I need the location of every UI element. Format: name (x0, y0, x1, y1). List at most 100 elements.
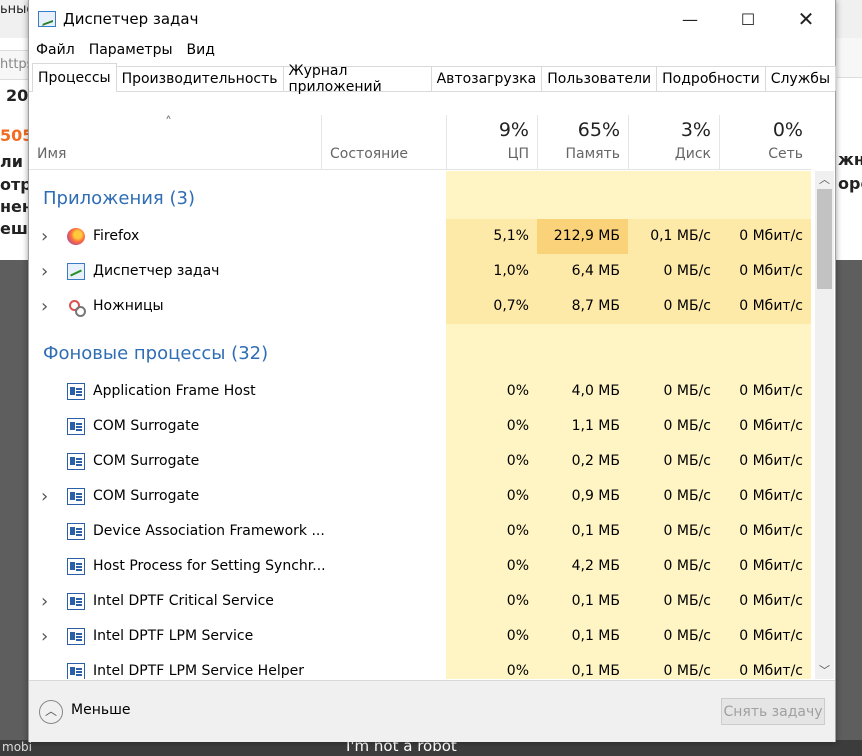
process-mem-value: 0,9 МБ (571, 488, 620, 504)
tab-performance[interactable]: Производительность (115, 66, 284, 91)
process-row[interactable]: › Диспетчер задач 1,0% 6,4 МБ 0 МБ/с 0 Мбит/с (29, 254, 811, 289)
menu-options[interactable]: Параметры (89, 42, 173, 58)
process-net-value: 0 Мбит/с (739, 593, 803, 609)
vertical-scrollbar[interactable]: ︿ ﹀ (815, 171, 834, 679)
service-window-icon (67, 523, 85, 540)
process-disk-value: 0 МБ/с (663, 663, 711, 679)
process-net-value: 0 Мбит/с (739, 453, 803, 469)
service-window-icon (67, 663, 85, 679)
chevron-right-icon[interactable]: › (41, 254, 48, 289)
task-manager-icon (38, 11, 56, 27)
column-status-header[interactable]: Состояние (321, 115, 446, 170)
process-cpu-value: 0% (506, 488, 529, 504)
column-name-header[interactable]: Имя (29, 115, 321, 170)
column-disk-header[interactable]: 3% Диск (628, 115, 719, 170)
process-disk-value: 0 МБ/с (663, 453, 711, 469)
chevron-right-icon[interactable]: › (41, 479, 48, 514)
process-mem-value: 0,1 МБ (571, 593, 620, 609)
footer-bar: ︿ Меньше Снять задачу (29, 680, 835, 742)
column-disk-label: Диск (674, 146, 711, 162)
process-row[interactable]: Host Process for Setting Synchr... 0% 4,2 … (29, 549, 811, 584)
tab-details[interactable]: Подробности (656, 66, 766, 91)
chevron-right-icon[interactable]: › (41, 219, 48, 254)
menu-file[interactable]: Файл (36, 42, 75, 58)
process-cpu-value: 0% (506, 558, 529, 574)
fewer-details-link[interactable]: Меньше (71, 702, 131, 718)
maximize-button[interactable]: ☐ (719, 0, 777, 38)
process-cpu-value: 0% (506, 453, 529, 469)
process-name: COM Surrogate (93, 453, 200, 469)
column-status-label: Состояние (330, 146, 409, 162)
process-net-value: 0 Мбит/с (739, 523, 803, 539)
process-row[interactable]: › Ножницы 0,7% 8,7 МБ 0 МБ/с 0 Мбит/с (29, 289, 811, 324)
scroll-up-icon[interactable]: ︿ (815, 171, 834, 188)
service-window-icon (67, 488, 85, 505)
process-row[interactable]: › Firefox 5,1% 212,9 МБ 0,1 МБ/с 0 Мбит/с (29, 219, 811, 254)
process-row[interactable]: › Intel DPTF Critical Service 0% 0,1 МБ 0 МБ… (29, 584, 811, 619)
service-window-icon (67, 628, 85, 645)
process-row[interactable]: Intel DPTF LPM Service Helper 0% 0,1 МБ 0 М… (29, 654, 811, 679)
process-name: COM Surrogate (93, 418, 200, 434)
process-name: Intel DPTF Critical Service (93, 593, 274, 609)
firefox-icon (67, 228, 85, 245)
process-net-value: 0 Мбит/с (739, 488, 803, 504)
network-total-percent: 0% (772, 119, 803, 141)
process-row[interactable]: › COM Surrogate 0% 0,9 МБ 0 МБ/с 0 Мбит/с (29, 479, 811, 514)
disk-total-percent: 3% (680, 119, 711, 141)
process-row[interactable]: Device Association Framework ... 0% 0,1 МБ… (29, 514, 811, 549)
background-text-fragment: оро (838, 174, 862, 193)
process-name: COM Surrogate (93, 488, 200, 504)
minimize-button[interactable]: — (661, 0, 719, 38)
service-window-icon (67, 558, 85, 575)
column-network-header[interactable]: 0% Сеть (719, 115, 811, 170)
process-net-value: 0 Мбит/с (739, 558, 803, 574)
tab-app-history[interactable]: Журнал приложений (282, 63, 432, 95)
tab-services[interactable]: Службы (764, 66, 836, 91)
process-net-value: 0 Мбит/с (739, 663, 803, 679)
process-mem-value: 4,2 МБ (571, 558, 620, 574)
process-row[interactable]: COM Surrogate 0% 0,2 МБ 0 МБ/с 0 Мбит/с (29, 444, 811, 479)
window-title: Диспетчер задач (63, 10, 199, 28)
process-cpu-value: 5,1% (446, 219, 537, 254)
process-row[interactable]: › Intel DPTF LPM Service 0% 0,1 МБ 0 МБ/с 0 М… (29, 619, 811, 654)
column-memory-header[interactable]: 65% Память (537, 115, 628, 170)
process-name: Device Association Framework ... (93, 523, 325, 539)
process-net-value: 0 Мбит/с (719, 254, 811, 289)
tab-startup[interactable]: Автозагрузка (430, 66, 543, 91)
process-mem-value: 0,2 МБ (571, 453, 620, 469)
process-disk-value: 0 МБ/с (663, 523, 711, 539)
process-row[interactable]: COM Surrogate 0% 1,1 МБ 0 МБ/с 0 Мбит/с (29, 409, 811, 444)
process-mem-value: 4,0 МБ (571, 383, 620, 399)
service-window-icon (67, 453, 85, 470)
task-manager-icon (67, 263, 85, 280)
tab-users[interactable]: Пользователи (541, 66, 658, 91)
process-row[interactable]: Application Frame Host 0% 4,0 МБ 0 МБ/с 0 Мб… (29, 374, 811, 409)
scroll-down-icon[interactable]: ﹀ (815, 662, 834, 679)
process-disk-value: 0 МБ/с (663, 488, 711, 504)
group-apps-title: Приложения (3) (43, 188, 195, 209)
column-cpu-label: ЦП (507, 146, 529, 162)
column-name-label: Имя (37, 146, 67, 162)
tab-strip: Процессы Производительность Журнал прило… (29, 62, 836, 95)
chevron-up-icon[interactable]: ︿ (39, 700, 63, 724)
task-manager-window: Диспетчер задач — ☐ ✕ Файл Параметры Вид… (28, 0, 836, 742)
table-header: ˄ Имя Состояние 9% ЦП 65% Память 3% Диск… (29, 115, 811, 170)
service-window-icon (67, 593, 85, 610)
scroll-thumb[interactable] (817, 189, 832, 289)
title-bar[interactable]: Диспетчер задач — ☐ ✕ (29, 0, 835, 38)
process-disk-value: 0 МБ/с (663, 418, 711, 434)
process-net-value: 0 Мбит/с (739, 628, 803, 644)
process-list: Приложения (3) › Firefox 5,1% 212,9 МБ 0,1 МБ… (29, 171, 811, 679)
background-text-fragment: жн (838, 150, 862, 169)
end-task-button[interactable]: Снять задачу (721, 698, 825, 725)
tab-processes[interactable]: Процессы (32, 63, 117, 92)
chevron-right-icon[interactable]: › (41, 289, 48, 324)
process-mem-value: 8,7 МБ (537, 289, 628, 324)
close-button[interactable]: ✕ (777, 0, 835, 38)
menu-view[interactable]: Вид (187, 42, 215, 58)
column-cpu-header[interactable]: 9% ЦП (446, 115, 537, 170)
chevron-right-icon[interactable]: › (41, 619, 48, 654)
background-right-bar (837, 38, 862, 78)
chevron-right-icon[interactable]: › (41, 584, 48, 619)
process-mem-value: 212,9 МБ (537, 219, 628, 254)
